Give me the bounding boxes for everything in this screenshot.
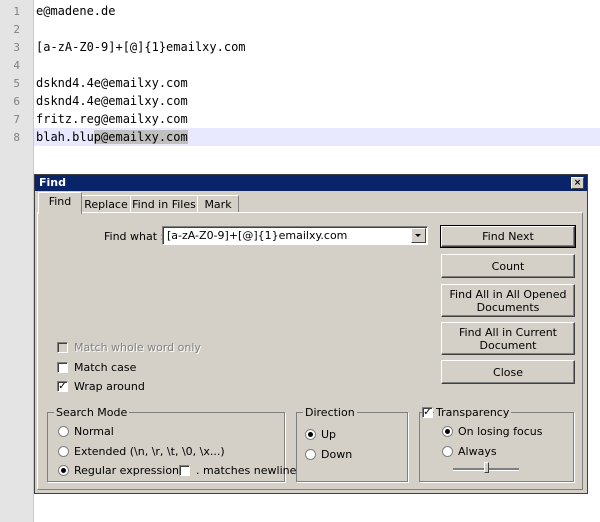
code-line[interactable]: [a-zA-Z0-9]+[@]{1}emailxy.com (36, 40, 246, 54)
extended-label[interactable]: Extended (\n, \r, \t, \0, \x...) (74, 445, 225, 458)
code-line[interactable]: blah.blup@emailxy.com (36, 130, 188, 144)
match-case-checkbox[interactable] (57, 362, 68, 373)
code-line[interactable]: dsknd4.4e@emailxy.com (36, 94, 188, 108)
tab-replace[interactable]: Replace (81, 195, 131, 213)
line-number: 1 (13, 5, 20, 18)
close-icon[interactable]: × (571, 177, 584, 189)
direction-group: Direction Up Down (296, 406, 408, 482)
transparency-label[interactable]: Transparency (434, 406, 512, 419)
direction-legend: Direction (303, 406, 357, 419)
tab-find-in-files[interactable]: Find in Files (130, 195, 198, 213)
always-label[interactable]: Always (458, 445, 497, 458)
matches-newline-checkbox[interactable] (179, 465, 190, 476)
code-line[interactable]: fritz.reg@emailxy.com (36, 112, 188, 126)
code-line[interactable]: e@madene.de (36, 4, 115, 18)
wrap-around-label[interactable]: Wrap around (74, 380, 145, 393)
dialog-title: Find (39, 176, 66, 189)
chevron-down-icon (415, 234, 421, 237)
transparency-group: ✓ Transparency On losing focus Always (419, 406, 574, 482)
always-radio[interactable] (442, 446, 453, 457)
dialog-titlebar[interactable]: Find × (35, 175, 587, 191)
wrap-around-checkbox[interactable]: ✓ (57, 381, 68, 392)
up-radio[interactable] (305, 429, 316, 440)
line-number: 5 (13, 77, 20, 90)
code-line[interactable]: dsknd4.4e@emailxy.com (36, 76, 188, 90)
match-whole-word-label: Match whole word only (74, 341, 201, 354)
extended-radio[interactable] (58, 446, 69, 457)
on-losing-focus-radio[interactable] (442, 426, 453, 437)
regex-radio[interactable] (58, 465, 69, 476)
line-number: 8 (13, 131, 20, 144)
find-all-opened-button[interactable]: Find All in All Opened Documents (441, 284, 575, 317)
match-case-label[interactable]: Match case (74, 361, 136, 374)
tab-mark[interactable]: Mark (197, 195, 239, 213)
transparency-slider-thumb[interactable] (484, 462, 489, 473)
find-all-current-button[interactable]: Find All in Current Document (441, 322, 575, 355)
line-number: 4 (13, 59, 20, 72)
search-mode-group: Search Mode Normal Extended (\n, \r, \t,… (47, 406, 296, 482)
down-label[interactable]: Down (321, 448, 352, 461)
line-number: 6 (13, 95, 20, 108)
up-label[interactable]: Up (321, 428, 336, 441)
find-dialog: Find × Find Replace Find in Files Mark F… (34, 174, 588, 494)
matches-newline-label[interactable]: . matches newline (196, 464, 296, 477)
regex-label[interactable]: Regular expression (74, 464, 179, 477)
close-button[interactable]: Close (441, 360, 575, 384)
line-number: 7 (13, 113, 20, 126)
code-text: blah.blu (36, 130, 94, 144)
selected-text: p@emailxy.com (93, 130, 188, 144)
find-next-button[interactable]: Find Next (440, 225, 576, 248)
tab-find[interactable]: Find (38, 192, 82, 214)
transparency-checkbox[interactable]: ✓ (422, 407, 433, 418)
count-button[interactable]: Count (441, 254, 575, 278)
find-what-label: Find what : (104, 230, 165, 243)
line-number: 2 (13, 23, 20, 36)
down-radio[interactable] (305, 449, 316, 460)
search-mode-legend: Search Mode (54, 406, 130, 419)
on-losing-focus-label[interactable]: On losing focus (458, 425, 543, 438)
normal-radio[interactable] (58, 426, 69, 437)
dropdown-button[interactable] (411, 228, 426, 243)
find-what-combobox[interactable]: [a-zA-Z0-9]+[@]{1}emailxy.com (162, 226, 428, 245)
normal-label[interactable]: Normal (74, 425, 114, 438)
match-whole-word-checkbox (57, 342, 68, 353)
line-number: 3 (13, 41, 20, 54)
find-what-input[interactable]: [a-zA-Z0-9]+[@]{1}emailxy.com (167, 229, 347, 242)
find-tab-panel: Find what : [a-zA-Z0-9]+[@]{1}emailxy.co… (37, 212, 583, 490)
